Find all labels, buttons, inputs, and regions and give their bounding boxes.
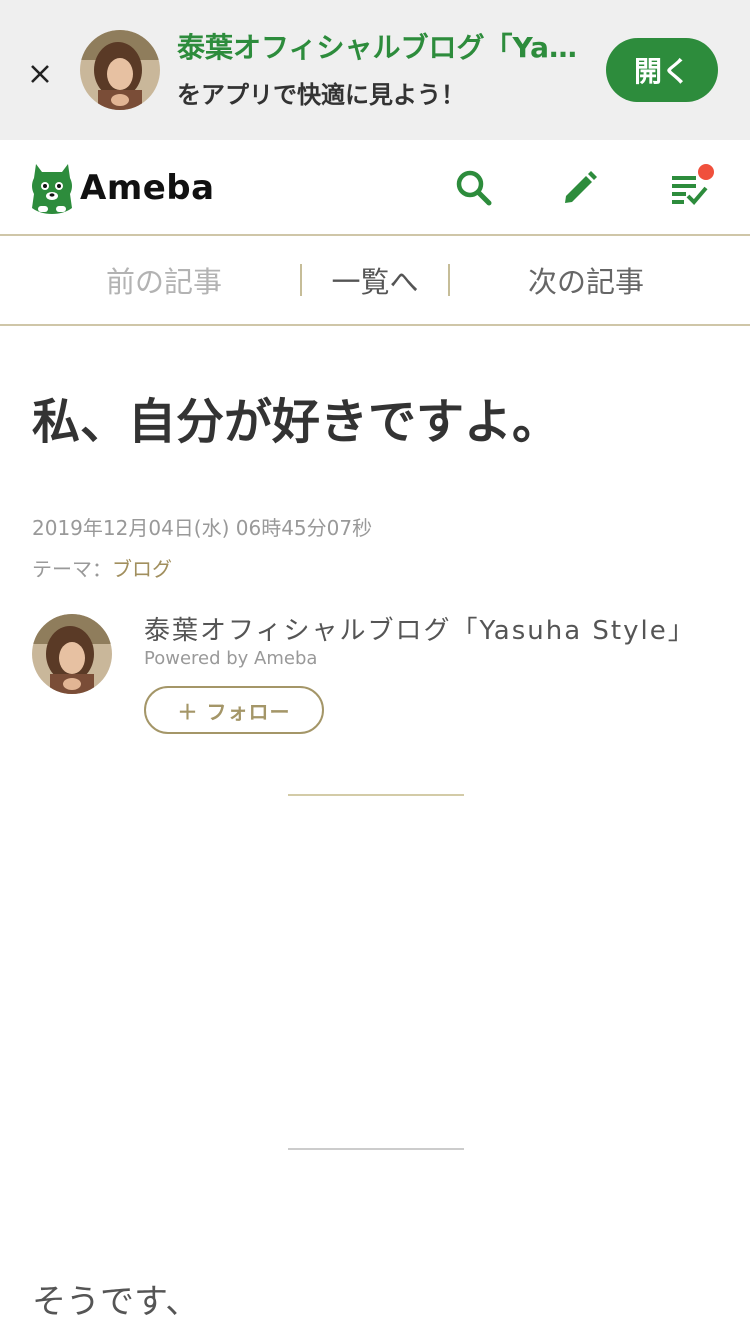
ameba-mascot-icon bbox=[32, 164, 72, 214]
theme-link[interactable]: ブログ bbox=[112, 557, 172, 581]
open-app-button[interactable]: 開く bbox=[606, 38, 718, 102]
close-icon[interactable] bbox=[26, 60, 54, 88]
site-header: Ameba bbox=[0, 140, 750, 236]
app-banner: 泰葉オフィシャルブログ「Yasuha Style」 をアプリで快適に見よう！ 開… bbox=[0, 0, 750, 140]
banner-subtitle: をアプリで快適に見よう！ bbox=[177, 81, 465, 109]
prev-article-link[interactable]: 前の記事 bbox=[64, 236, 264, 324]
blog-name-link[interactable]: 泰葉オフィシャルブログ「Yasuha Style」 bbox=[144, 610, 696, 647]
author-avatar[interactable] bbox=[32, 614, 112, 694]
powered-by: Powered by Ameba bbox=[144, 648, 318, 669]
article-pager: 前の記事 一覧へ 次の記事 bbox=[0, 236, 750, 326]
search-icon[interactable] bbox=[454, 168, 494, 208]
article-title: 私、自分が好きですよ。 bbox=[32, 394, 561, 450]
pager-divider bbox=[448, 264, 450, 296]
pencil-icon[interactable] bbox=[560, 168, 600, 208]
ameba-logo[interactable]: Ameba bbox=[30, 162, 215, 214]
article-list-link[interactable]: 一覧へ bbox=[302, 236, 448, 324]
article-theme: テーマ：ブログ bbox=[32, 553, 172, 582]
banner-title: 泰葉オフィシャルブログ「Yasuha Style」 bbox=[177, 31, 592, 64]
follow-button[interactable]: ＋ フォロー bbox=[144, 686, 324, 734]
next-article-link[interactable]: 次の記事 bbox=[486, 236, 686, 324]
theme-prefix: テーマ： bbox=[32, 557, 112, 581]
logo-text: Ameba bbox=[80, 168, 215, 208]
article-body-text: そうです、 bbox=[32, 1282, 200, 1322]
notification-dot bbox=[698, 164, 714, 180]
divider bbox=[288, 794, 464, 796]
article-datetime: 2019年12月04日(水) 06時45分07秒 bbox=[32, 516, 373, 540]
reading-list-button[interactable] bbox=[670, 164, 714, 208]
divider bbox=[288, 1148, 464, 1150]
banner-avatar bbox=[80, 30, 160, 110]
